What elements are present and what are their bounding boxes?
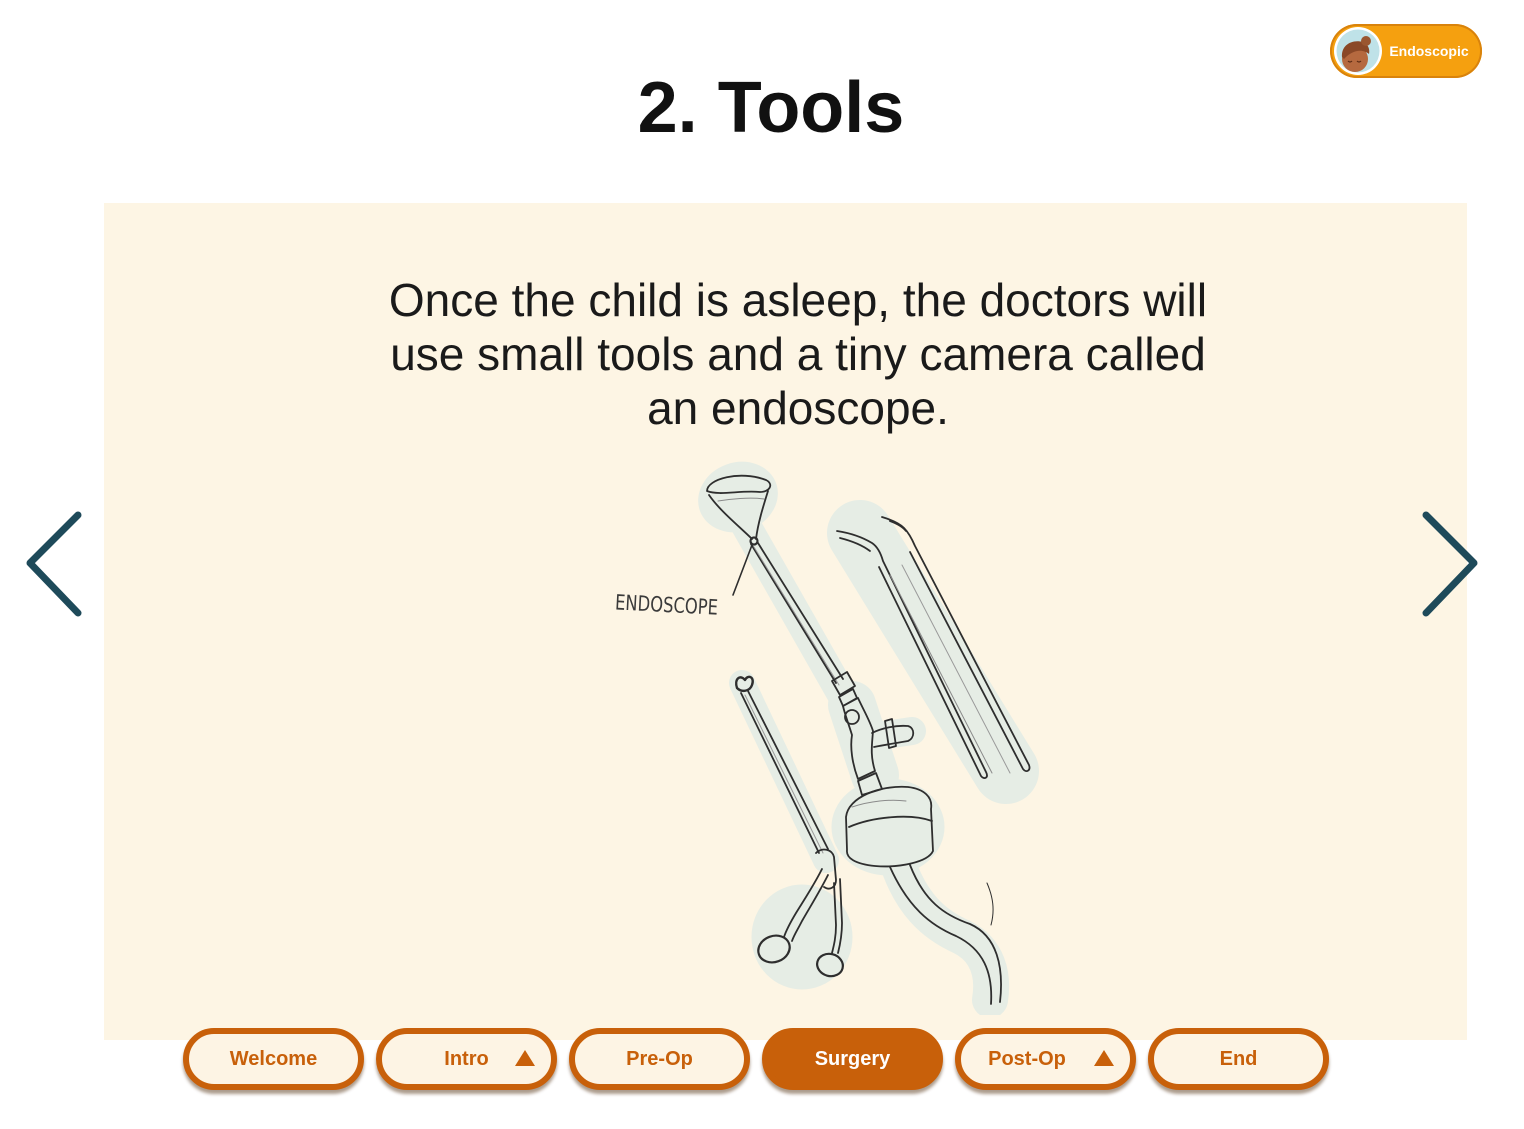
nav-tab-surgery[interactable]: Surgery xyxy=(762,1028,943,1090)
next-slide-button[interactable] xyxy=(1414,505,1484,625)
page-title: 2. Tools xyxy=(637,68,905,148)
label-pointer-line xyxy=(732,544,753,596)
nav-tab-label: Surgery xyxy=(814,1047,891,1070)
child-avatar-icon xyxy=(1334,27,1382,75)
nav-tab-label: Pre-Op xyxy=(626,1047,693,1070)
triangle-up-icon xyxy=(515,1050,535,1066)
nav-tab-end[interactable]: End xyxy=(1148,1028,1329,1090)
nav-tab-label: Intro xyxy=(444,1047,489,1070)
mode-badge-label: Endoscopic xyxy=(1389,43,1469,59)
nav-tab-pre-op[interactable]: Pre-Op xyxy=(569,1028,750,1090)
tools-illustration: ENDOSCOPE xyxy=(614,461,1039,1015)
nav-tab-label: End xyxy=(1219,1047,1258,1070)
sketch-highlight xyxy=(698,461,1039,1015)
endoscope-label: ENDOSCOPE xyxy=(614,590,718,619)
nav-tab-label: Welcome xyxy=(229,1047,318,1070)
triangle-up-icon xyxy=(1094,1050,1114,1066)
nav-tab-label: Post-Op xyxy=(988,1047,1066,1070)
chevron-right-icon xyxy=(1422,511,1478,617)
nav-tab-post-op[interactable]: Post-Op xyxy=(955,1028,1136,1090)
slide-text: Once the child is asleep, the doctors wi… xyxy=(388,274,1208,434)
nav-tab-intro[interactable]: Intro xyxy=(376,1028,557,1090)
section-nav: Welcome Intro Pre-Op Surgery Post-Op End xyxy=(183,1028,1329,1090)
chevron-left-icon xyxy=(26,511,82,617)
prev-slide-button[interactable] xyxy=(18,505,88,625)
nav-tab-welcome[interactable]: Welcome xyxy=(183,1028,364,1090)
mode-badge[interactable]: Endoscopic xyxy=(1330,24,1482,78)
